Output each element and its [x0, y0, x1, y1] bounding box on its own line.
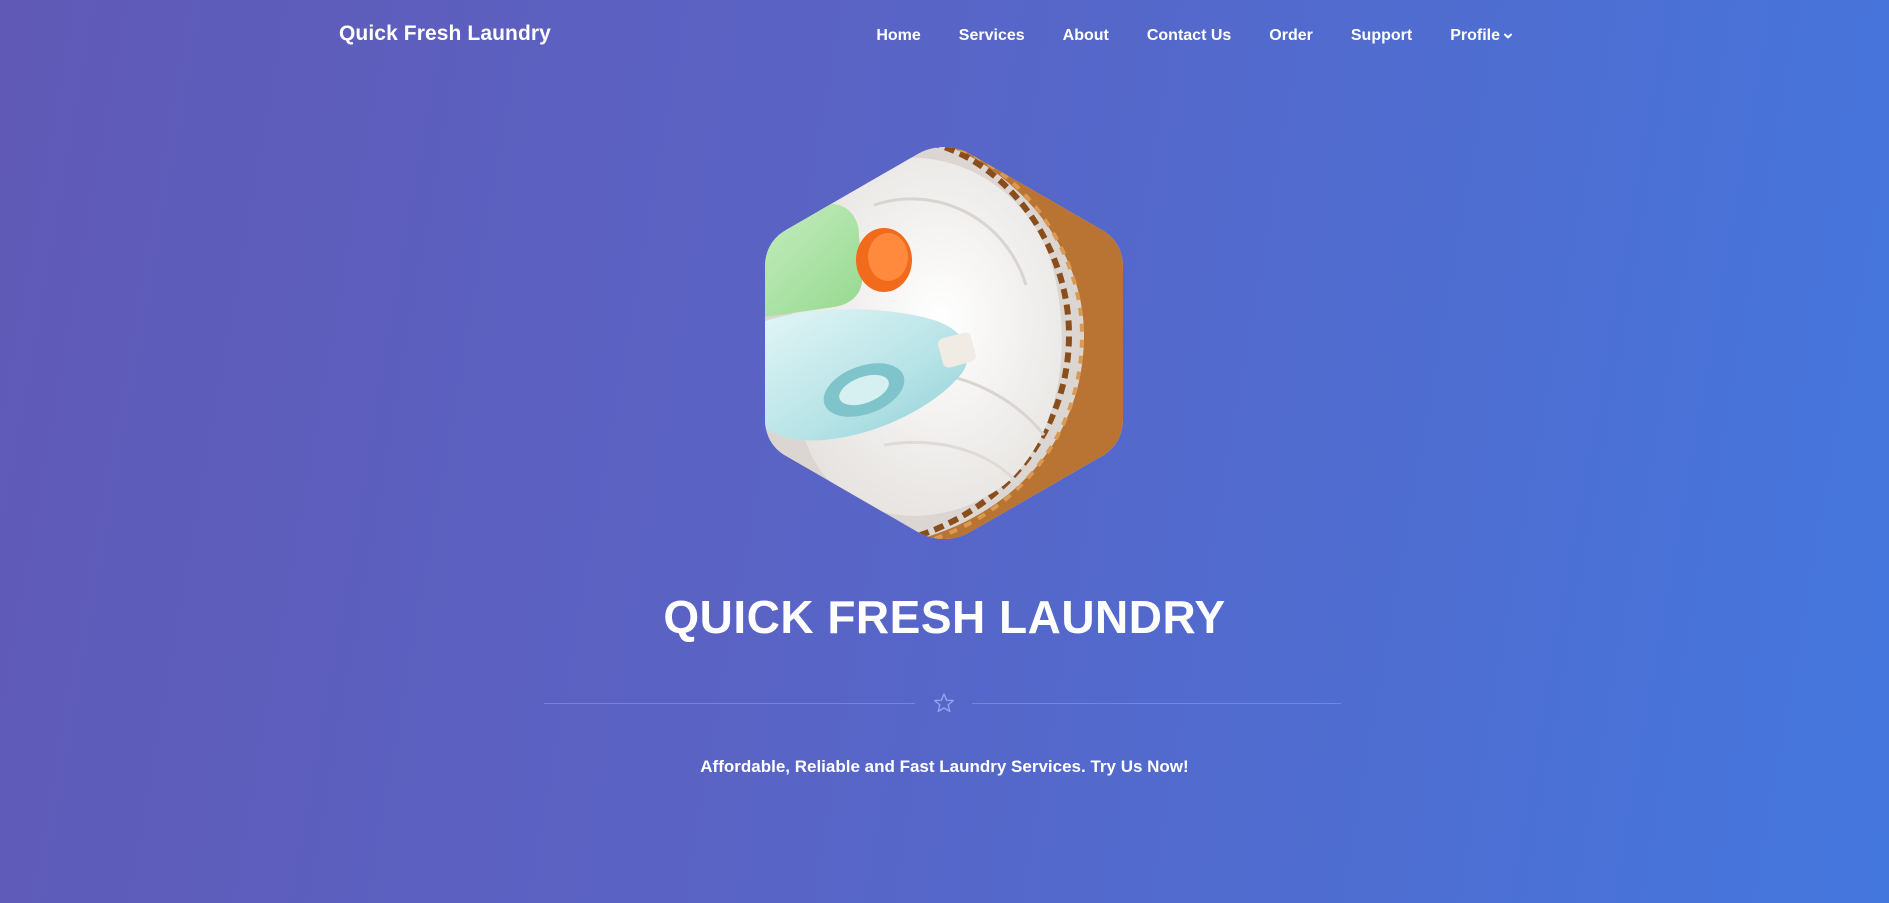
nav-link-order[interactable]: Order [1269, 27, 1313, 45]
navbar: Quick Fresh Laundry Home Services About … [0, 0, 1889, 76]
nav-link-profile[interactable]: Profile [1450, 27, 1513, 45]
divider [544, 692, 1341, 716]
masthead-avatar-image [764, 145, 1124, 541]
chevron-down-icon [1504, 33, 1512, 39]
nav-links: Home Services About Contact Us Order Sup… [876, 27, 1513, 45]
divider-line-left [544, 703, 915, 704]
laundry-basket-image [765, 147, 1123, 539]
star-icon [934, 693, 954, 713]
masthead-heading: QUICK FRESH LAUNDRY [663, 591, 1226, 643]
nav-link-support[interactable]: Support [1351, 27, 1412, 45]
masthead-subheading: Affordable, Reliable and Fast Laundry Se… [700, 757, 1189, 776]
nav-link-contact-us[interactable]: Contact Us [1147, 27, 1231, 45]
nav-link-home[interactable]: Home [876, 27, 920, 45]
brand-link[interactable]: Quick Fresh Laundry [339, 22, 551, 46]
nav-link-profile-label: Profile [1450, 27, 1500, 44]
divider-line-right [972, 703, 1341, 704]
nav-link-about[interactable]: About [1063, 27, 1109, 45]
nav-link-services[interactable]: Services [959, 27, 1025, 45]
